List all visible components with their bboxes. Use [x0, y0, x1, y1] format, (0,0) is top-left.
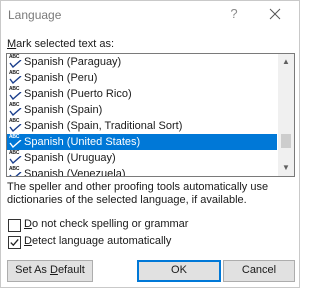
- language-list-item[interactable]: ABC Spanish (Spain, Traditional Sort): [7, 118, 277, 134]
- language-dialog: Language ? Mark selected text as: ABC Spa…: [0, 0, 300, 288]
- help-button[interactable]: ?: [223, 3, 245, 25]
- detect-text: etect language automatically: [31, 235, 172, 247]
- spelling-check-icon: ABC: [9, 150, 22, 164]
- set-default-mnemonic: D: [49, 264, 58, 276]
- language-list-item[interactable]: ABC Spanish (Uruguay): [7, 150, 277, 166]
- set-default-text-1: Set As: [15, 264, 50, 276]
- set-as-default-button[interactable]: Set As Default: [7, 260, 93, 282]
- language-list-item[interactable]: ABC Spanish (Puerto Rico): [7, 86, 277, 102]
- spelling-check-icon: ABC: [9, 86, 22, 100]
- language-list-item[interactable]: ABC Spanish (Spain): [7, 102, 277, 118]
- list-scrollbar[interactable]: ▲ ▼: [278, 54, 294, 176]
- language-item-label: Spanish (United States): [24, 136, 141, 148]
- language-item-label: Spanish (Spain, Traditional Sort): [24, 120, 183, 132]
- ok-button[interactable]: OK: [137, 260, 221, 282]
- language-item-label: Spanish (Paraguay): [24, 56, 122, 68]
- spelling-check-icon: ABC: [9, 54, 22, 68]
- close-icon: [269, 8, 281, 20]
- spelling-check-icon: ABC: [9, 166, 22, 176]
- title-bar: Language ?: [1, 1, 299, 29]
- detect-language-label: Detect language automatically: [24, 235, 171, 247]
- no-check-spelling-checkbox[interactable]: Do not check spelling or grammar: [8, 217, 268, 233]
- close-button[interactable]: [263, 3, 287, 25]
- language-item-label: Spanish (Spain): [24, 104, 103, 116]
- language-item-label: Spanish (Peru): [24, 72, 98, 84]
- language-list-item[interactable]: ABC Spanish (Paraguay): [7, 54, 277, 70]
- detect-mnemonic: D: [24, 235, 32, 247]
- info-text: The speller and other proofing tools aut…: [7, 181, 269, 206]
- language-list-item[interactable]: ABC Spanish (Peru): [7, 70, 277, 86]
- checkbox-box[interactable]: [8, 236, 21, 249]
- language-listbox[interactable]: ABC Spanish (Paraguay) ABC Spanish (Peru) AB…: [6, 53, 295, 177]
- spelling-check-icon: ABC: [9, 70, 22, 84]
- checkbox-box[interactable]: [8, 219, 21, 232]
- scroll-down-button[interactable]: ▼: [278, 160, 294, 176]
- list-label-text: ark selected text as:: [16, 38, 114, 50]
- language-list-items: ABC Spanish (Paraguay) ABC Spanish (Peru) AB…: [7, 54, 277, 177]
- spelling-check-icon: ABC: [9, 134, 22, 148]
- language-item-label: Spanish (Uruguay): [24, 152, 116, 164]
- language-item-label: Spanish (Puerto Rico): [24, 88, 132, 100]
- no-check-spelling-label: Do not check spelling or grammar: [24, 218, 188, 230]
- spelling-check-icon: ABC: [9, 118, 22, 132]
- language-list-item[interactable]: ABC Spanish (Venezuela): [7, 166, 277, 177]
- no-check-text: o not check spelling or grammar: [31, 218, 189, 230]
- detect-language-checkbox[interactable]: Detect language automatically: [8, 234, 268, 250]
- scroll-thumb[interactable]: [281, 134, 291, 148]
- language-item-label: Spanish (Venezuela): [24, 168, 126, 177]
- language-list-label: Mark selected text as:: [7, 38, 114, 50]
- list-label-mnemonic: M: [7, 38, 17, 50]
- no-check-mnemonic: D: [24, 218, 32, 230]
- set-default-text-2: efault: [57, 264, 85, 276]
- scroll-up-button[interactable]: ▲: [278, 54, 294, 70]
- language-list-item[interactable]: ABC Spanish (United States): [7, 134, 277, 150]
- dialog-title: Language: [8, 8, 62, 22]
- cancel-button[interactable]: Cancel: [223, 260, 295, 282]
- checkmark-icon: [10, 238, 19, 247]
- spelling-check-icon: ABC: [9, 102, 22, 116]
